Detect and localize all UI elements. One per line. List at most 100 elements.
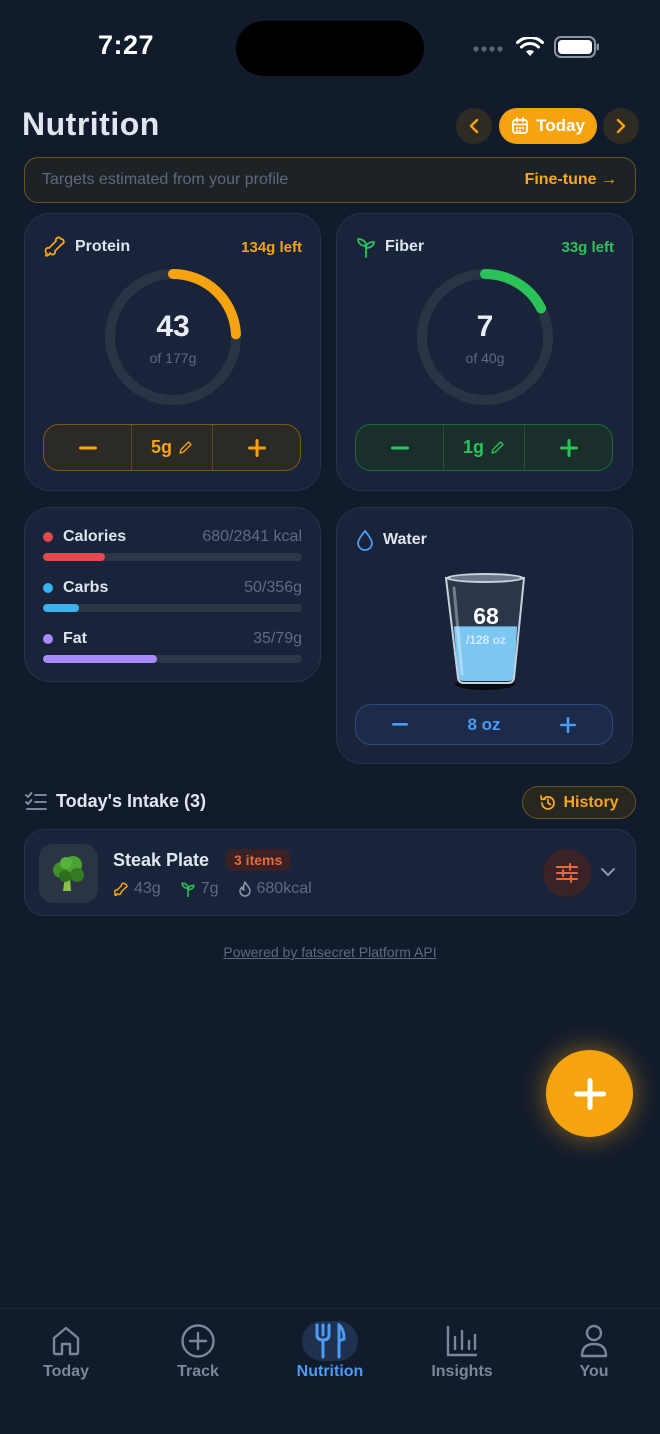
sliders-icon bbox=[556, 863, 578, 883]
next-day-button[interactable] bbox=[603, 108, 639, 144]
tab-track[interactable]: Track bbox=[132, 1309, 264, 1434]
water-value: 68 bbox=[473, 603, 499, 629]
banner-text: Targets estimated from your profile bbox=[42, 171, 289, 188]
protein-remaining: 134g left bbox=[241, 238, 302, 256]
protein-step-amount[interactable]: 5g bbox=[132, 425, 212, 470]
calories-value: 680/2841 kcal bbox=[202, 528, 302, 545]
minus-icon bbox=[390, 446, 409, 449]
plus-icon bbox=[560, 716, 576, 733]
macro-row-carbs: Carbs 50/356g bbox=[43, 579, 302, 612]
person-icon bbox=[580, 1324, 608, 1358]
tab-nutrition[interactable]: Nutrition bbox=[264, 1309, 396, 1434]
tab-label: Today bbox=[43, 1363, 89, 1380]
protein-label: Protein bbox=[75, 238, 131, 255]
protein-increment-button[interactable] bbox=[212, 425, 300, 470]
status-icons bbox=[472, 35, 600, 63]
protein-decrement-button[interactable] bbox=[44, 425, 132, 470]
signal-icon bbox=[472, 41, 506, 59]
tab-label: Insights bbox=[431, 1363, 493, 1380]
tab-label: Nutrition bbox=[296, 1363, 364, 1380]
carbs-value: 50/356g bbox=[244, 579, 302, 596]
carbs-bar-fill bbox=[43, 604, 80, 612]
items-count-badge: 3 items bbox=[226, 849, 291, 871]
water-increment-button[interactable] bbox=[524, 716, 612, 733]
sprout-icon bbox=[181, 882, 195, 897]
fiber-card: Fiber 33g left 7 of 40g 1g bbox=[336, 213, 633, 491]
fat-label: Fat bbox=[63, 630, 87, 647]
water-target: /128 oz bbox=[465, 633, 507, 647]
carbs-dot bbox=[43, 583, 53, 593]
tab-insights[interactable]: Insights bbox=[396, 1309, 528, 1434]
fiber-step-label: 1g bbox=[462, 437, 484, 457]
previous-day-button[interactable] bbox=[456, 108, 492, 144]
chevron-left-icon bbox=[469, 118, 479, 134]
fine-tune-link[interactable]: Fine-tune → bbox=[525, 171, 617, 189]
carbs-bar bbox=[43, 604, 302, 612]
water-drop-icon bbox=[357, 530, 373, 551]
food-calories: 680kcal bbox=[256, 880, 312, 897]
powered-by-link[interactable]: Powered by fatsecret Platform API bbox=[0, 944, 660, 960]
protein-icon bbox=[113, 881, 128, 896]
fat-value: 35/79g bbox=[253, 630, 302, 647]
flame-icon bbox=[238, 881, 251, 897]
tab-bar: Today Track Nutrition Insights You bbox=[0, 1308, 660, 1434]
tab-today[interactable]: Today bbox=[0, 1309, 132, 1434]
protein-stepper: 5g bbox=[43, 424, 301, 471]
fiber-decrement-button[interactable] bbox=[356, 425, 444, 470]
carbs-label: Carbs bbox=[63, 579, 109, 596]
wifi-icon bbox=[516, 35, 544, 62]
calories-bar-fill bbox=[43, 553, 106, 561]
add-food-fab[interactable] bbox=[546, 1050, 633, 1137]
calories-label: Calories bbox=[63, 528, 127, 545]
history-icon bbox=[540, 794, 556, 810]
food-protein: 43g bbox=[134, 880, 161, 897]
fat-bar bbox=[43, 655, 302, 663]
food-fiber: 7g bbox=[200, 880, 219, 897]
fat-bar-fill bbox=[43, 655, 157, 663]
calendar-icon bbox=[512, 117, 528, 134]
plus-circle-icon bbox=[181, 1324, 215, 1358]
broccoli-icon bbox=[52, 855, 84, 891]
pencil-icon bbox=[179, 441, 192, 454]
water-step-amount[interactable]: 8 oz bbox=[444, 715, 524, 735]
water-label: Water bbox=[383, 531, 427, 548]
protein-target: of 177g bbox=[149, 350, 197, 366]
chevron-right-icon bbox=[616, 118, 626, 134]
bar-chart-icon bbox=[446, 1325, 478, 1357]
status-time: 7:27 bbox=[98, 30, 155, 60]
food-name: Steak Plate bbox=[113, 850, 210, 870]
history-button[interactable]: History bbox=[522, 786, 636, 819]
plus-icon bbox=[573, 1077, 606, 1110]
fiber-increment-button[interactable] bbox=[524, 425, 612, 470]
protein-step-label: 5g bbox=[150, 437, 172, 457]
plus-icon bbox=[559, 438, 578, 457]
fiber-step-amount[interactable]: 1g bbox=[444, 425, 524, 470]
minus-icon bbox=[392, 723, 408, 726]
fiber-label: Fiber bbox=[385, 238, 425, 255]
water-decrement-button[interactable] bbox=[356, 723, 444, 726]
protein-value: 43 bbox=[156, 310, 190, 343]
macro-row-fat: Fat 35/79g bbox=[43, 630, 302, 663]
water-card: Water 68 /128 oz 8 oz bbox=[336, 507, 633, 764]
calories-bar bbox=[43, 553, 302, 561]
fork-knife-icon bbox=[315, 1323, 346, 1359]
checklist-icon bbox=[25, 792, 47, 810]
tab-you[interactable]: You bbox=[528, 1309, 660, 1434]
fiber-stepper: 1g bbox=[355, 424, 613, 471]
fat-dot bbox=[43, 634, 53, 644]
chevron-down-icon[interactable] bbox=[600, 866, 616, 878]
intake-item[interactable]: Steak Plate 3 items 43g 7g 680kcal bbox=[24, 829, 636, 916]
fiber-remaining: 33g left bbox=[561, 238, 614, 256]
tab-label: You bbox=[579, 1363, 609, 1380]
intake-title: Today's Intake (3) bbox=[56, 791, 206, 811]
date-selector-button[interactable]: Today bbox=[499, 108, 597, 144]
protein-card: Protein 134g left 43 of 177g 5g bbox=[24, 213, 321, 491]
adjust-button[interactable] bbox=[543, 849, 591, 897]
targets-banner: Targets estimated from your profile Fine… bbox=[24, 157, 636, 203]
fiber-target: of 40g bbox=[465, 350, 505, 366]
pencil-icon bbox=[491, 441, 504, 454]
date-label: Today bbox=[536, 116, 585, 135]
macros-card: Calories 680/2841 kcal Carbs 50/356g Fat… bbox=[24, 507, 321, 682]
tab-label: Track bbox=[177, 1363, 219, 1380]
food-thumbnail bbox=[39, 844, 98, 903]
